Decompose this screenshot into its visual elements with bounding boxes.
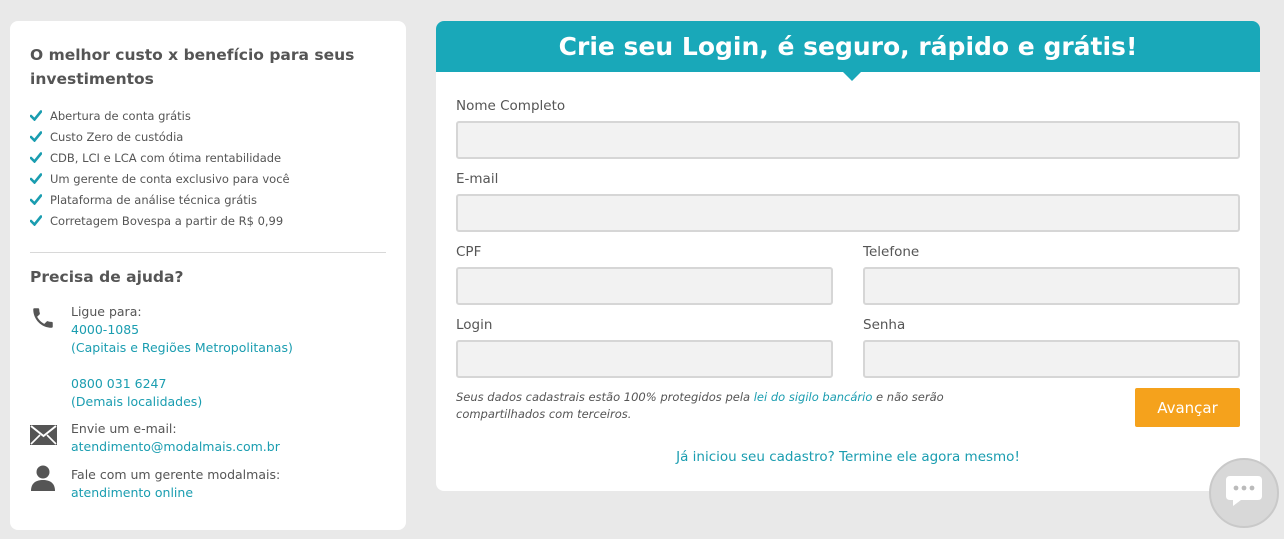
benefit-item: Custo Zero de custódia <box>30 126 386 147</box>
person-icon <box>30 464 56 497</box>
benefit-item: Plataforma de análise técnica grátis <box>30 189 386 210</box>
benefit-item: Corretagem Bovespa a partir de R$ 0,99 <box>30 210 386 231</box>
name-field[interactable] <box>456 121 1240 159</box>
benefit-text: Abertura de conta grátis <box>50 108 191 123</box>
check-icon <box>30 152 50 163</box>
phone-region-capitals: (Capitais e Regiões Metropolitanas) <box>71 340 293 355</box>
benefits-list: Abertura de conta grátis Custo Zero de c… <box>30 105 386 231</box>
phone-contact-other: 0800 031 6247 (Demais localidades) <box>30 375 386 411</box>
email-label: E-mail <box>456 171 499 187</box>
benefits-panel: O melhor custo x benefício para seus inv… <box>10 21 406 530</box>
email-label: Envie um e-mail: <box>71 421 177 436</box>
email-contact: Envie um e-mail: atendimento@modalmais.c… <box>30 420 386 456</box>
phone-field[interactable] <box>863 267 1240 305</box>
name-label: Nome Completo <box>456 98 566 114</box>
password-field[interactable] <box>863 340 1240 378</box>
signup-form: Crie seu Login, é seguro, rápido e gráti… <box>436 21 1260 491</box>
password-label: Senha <box>863 317 906 333</box>
disclaimer-prefix: Seus dados cadastrais estão 100% protegi… <box>456 390 754 404</box>
phone-contact: Ligue para: 4000-1085 (Capitais e Regiõe… <box>30 303 386 357</box>
email-link[interactable]: atendimento@modalmais.com.br <box>71 438 386 456</box>
benefit-text: Plataforma de análise técnica grátis <box>50 192 257 207</box>
benefit-text: Corretagem Bovespa a partir de R$ 0,99 <box>50 213 284 228</box>
phone-label: Telefone <box>863 244 920 260</box>
login-label: Login <box>456 317 493 333</box>
phone-icon <box>30 305 56 336</box>
check-icon <box>30 173 50 184</box>
envelope-icon <box>30 424 57 451</box>
section-divider <box>30 252 386 253</box>
phone-number-other[interactable]: 0800 031 6247 <box>71 375 386 393</box>
resume-signup-link[interactable]: Já iniciou seu cadastro? Termine ele ago… <box>436 449 1260 465</box>
check-icon <box>30 131 50 142</box>
cpf-field[interactable] <box>456 267 833 305</box>
manager-label: Fale com um gerente modalmais: <box>71 467 281 482</box>
benefits-title: O melhor custo x benefício para seus inv… <box>30 46 355 88</box>
manager-contact: Fale com um gerente modalmais: atendimen… <box>30 464 386 502</box>
email-field[interactable] <box>456 194 1240 232</box>
privacy-disclaimer: Seus dados cadastrais estão 100% protegi… <box>456 389 956 423</box>
cpf-label: CPF <box>456 244 482 260</box>
form-title: Crie seu Login, é seguro, rápido e gráti… <box>558 32 1138 61</box>
phone-region-other: (Demais localidades) <box>71 394 203 409</box>
benefit-text: Um gerente de conta exclusivo para você <box>50 171 290 186</box>
chat-widget-button[interactable] <box>1209 458 1279 528</box>
check-icon <box>30 110 50 121</box>
check-icon <box>30 194 50 205</box>
header-notch <box>843 72 861 81</box>
chat-icon <box>1225 474 1263 512</box>
form-header: Crie seu Login, é seguro, rápido e gráti… <box>436 21 1260 81</box>
benefit-text: Custo Zero de custódia <box>50 129 184 144</box>
benefit-item: Um gerente de conta exclusivo para você <box>30 168 386 189</box>
advance-button[interactable]: Avançar <box>1135 388 1240 427</box>
phone-number-capitals[interactable]: 4000-1085 <box>71 321 386 339</box>
online-support-link[interactable]: atendimento online <box>71 484 386 502</box>
benefit-item: Abertura de conta grátis <box>30 105 386 126</box>
check-icon <box>30 215 50 226</box>
benefit-text: CDB, LCI e LCA com ótima rentabilidade <box>50 150 282 165</box>
login-field[interactable] <box>456 340 833 378</box>
benefit-item: CDB, LCI e LCA com ótima rentabilidade <box>30 147 386 168</box>
help-title: Precisa de ajuda? <box>30 268 184 286</box>
phone-label: Ligue para: <box>71 304 142 319</box>
banking-secrecy-link[interactable]: lei do sigilo bancário <box>754 390 873 404</box>
